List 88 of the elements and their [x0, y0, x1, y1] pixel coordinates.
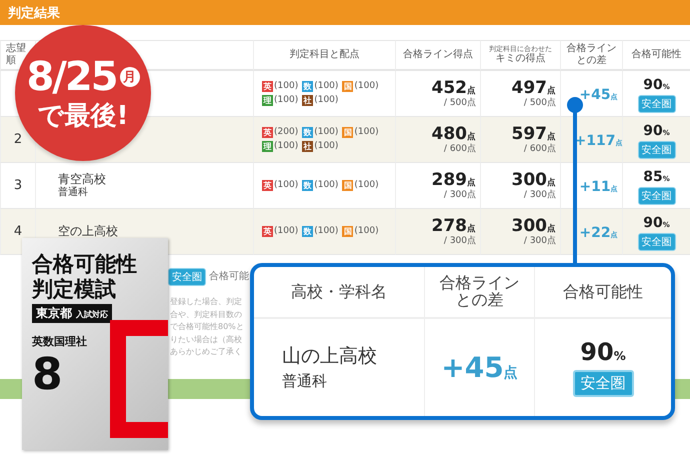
note-text: あらかじめご了承く [170, 347, 242, 357]
points-text: (100) [354, 180, 379, 191]
subject-tag: 国 [342, 81, 354, 92]
deadline-date: 8/25 [26, 53, 117, 102]
note-text: で合格可能性80%と [170, 322, 244, 332]
zone-badge: 安全圏 [638, 233, 676, 251]
total-points: / 600点 [444, 144, 476, 155]
points-text: (100) [354, 127, 379, 138]
subject-tag: 英 [262, 180, 273, 191]
column-header: 合格ライン [440, 275, 520, 292]
score-value: 300点 [512, 216, 556, 236]
column-header: との差 [576, 55, 606, 67]
total-points: / 300点 [524, 236, 556, 247]
rank-number: 4 [14, 224, 22, 240]
zone-badge: 安全圏 [572, 370, 634, 397]
school-name: 山の上高校 [282, 345, 377, 368]
zone-badge: 安全圏 [638, 187, 676, 205]
book-number: 8 [32, 348, 63, 402]
points-text: (100) [274, 180, 298, 191]
subject-tag: 社 [302, 95, 314, 106]
total-points: / 300点 [444, 236, 476, 247]
note-text: りたい場合は（高校 [170, 334, 242, 344]
subject-tag: 国 [342, 226, 354, 237]
book-subjects: 英数国理社 [32, 335, 87, 349]
column-header: 合格可能性 [563, 284, 643, 300]
total-points: / 600点 [524, 144, 556, 155]
column-header: との差 [456, 292, 504, 309]
points-text: (100) [354, 226, 379, 237]
points-text: (100) [274, 95, 298, 106]
score-value: 300点 [512, 170, 556, 190]
zone-badge: 安全圏 [638, 95, 676, 113]
zone-badge: 安全圏 [638, 141, 676, 159]
rank-number: 3 [14, 178, 22, 194]
points-text: (100) [274, 141, 298, 152]
zone-badge: 安全圏 [168, 268, 206, 286]
subject-tag: 国 [342, 127, 354, 138]
school-name: 青空高校 [58, 172, 106, 186]
department-name: 普通科 [282, 372, 327, 390]
score-value: 480点 [432, 124, 476, 144]
subject-tag: 数 [302, 226, 314, 237]
points-text: (100) [274, 226, 298, 237]
note-text: 登録した場合、判定 [170, 297, 242, 307]
rank-number: 2 [14, 132, 22, 148]
legend-text: 合格可能 [209, 271, 249, 283]
department-name: 普通科 [58, 186, 88, 199]
score-value: 278点 [432, 216, 476, 236]
subject-tag: 国 [342, 180, 354, 191]
points-text: (100) [274, 81, 298, 92]
points-text: (100) [314, 180, 338, 191]
subject-tag: 社 [302, 141, 314, 152]
book-title: 判定模試 [32, 277, 116, 302]
deadline-text: で最後! [38, 101, 128, 133]
column-header: 高校・学科名 [291, 284, 387, 300]
total-points: / 300点 [524, 190, 556, 201]
region-label: 東京都 入試対応 [32, 304, 112, 324]
subject-tag: 理 [262, 95, 273, 106]
column-header: 志望 [6, 43, 26, 55]
points-text: (200) [274, 127, 298, 138]
score-value: 289点 [432, 170, 476, 190]
points-text: (100) [314, 127, 338, 138]
points-text: (100) [314, 95, 338, 106]
subject-tag: 数 [302, 127, 314, 138]
subject-tag: 英 [262, 127, 273, 138]
score-value: +45点 [441, 351, 518, 384]
subject-tag: 理 [262, 141, 273, 152]
column-header: 順 [6, 55, 16, 67]
points-text: (100) [354, 81, 379, 92]
book-title: 合格可能性 [32, 252, 137, 278]
total-points: / 500点 [524, 98, 556, 109]
section-title: 判定結果 [0, 0, 690, 25]
points-text: (100) [314, 226, 338, 237]
subject-tag: 英 [262, 226, 273, 237]
weekday-badge: 月 [120, 67, 140, 88]
score-value: 597点 [512, 124, 556, 144]
score-value: 497点 [512, 78, 556, 98]
subject-tag: 数 [302, 180, 314, 191]
total-points: / 500点 [444, 98, 476, 109]
score-value: 90% [580, 338, 626, 366]
column-header: キミの得点 [496, 53, 546, 66]
note-text: 合や、判定科目数の [170, 310, 242, 320]
subject-tag: 数 [302, 81, 314, 92]
points-text: (100) [314, 141, 338, 152]
school-name: 空の上高校 [58, 224, 118, 239]
points-text: (100) [314, 81, 338, 92]
subject-tag: 英 [262, 81, 273, 92]
column-header: 合格ライン [566, 43, 616, 55]
total-points: / 300点 [444, 190, 476, 201]
score-value: 452 点 [432, 78, 476, 98]
